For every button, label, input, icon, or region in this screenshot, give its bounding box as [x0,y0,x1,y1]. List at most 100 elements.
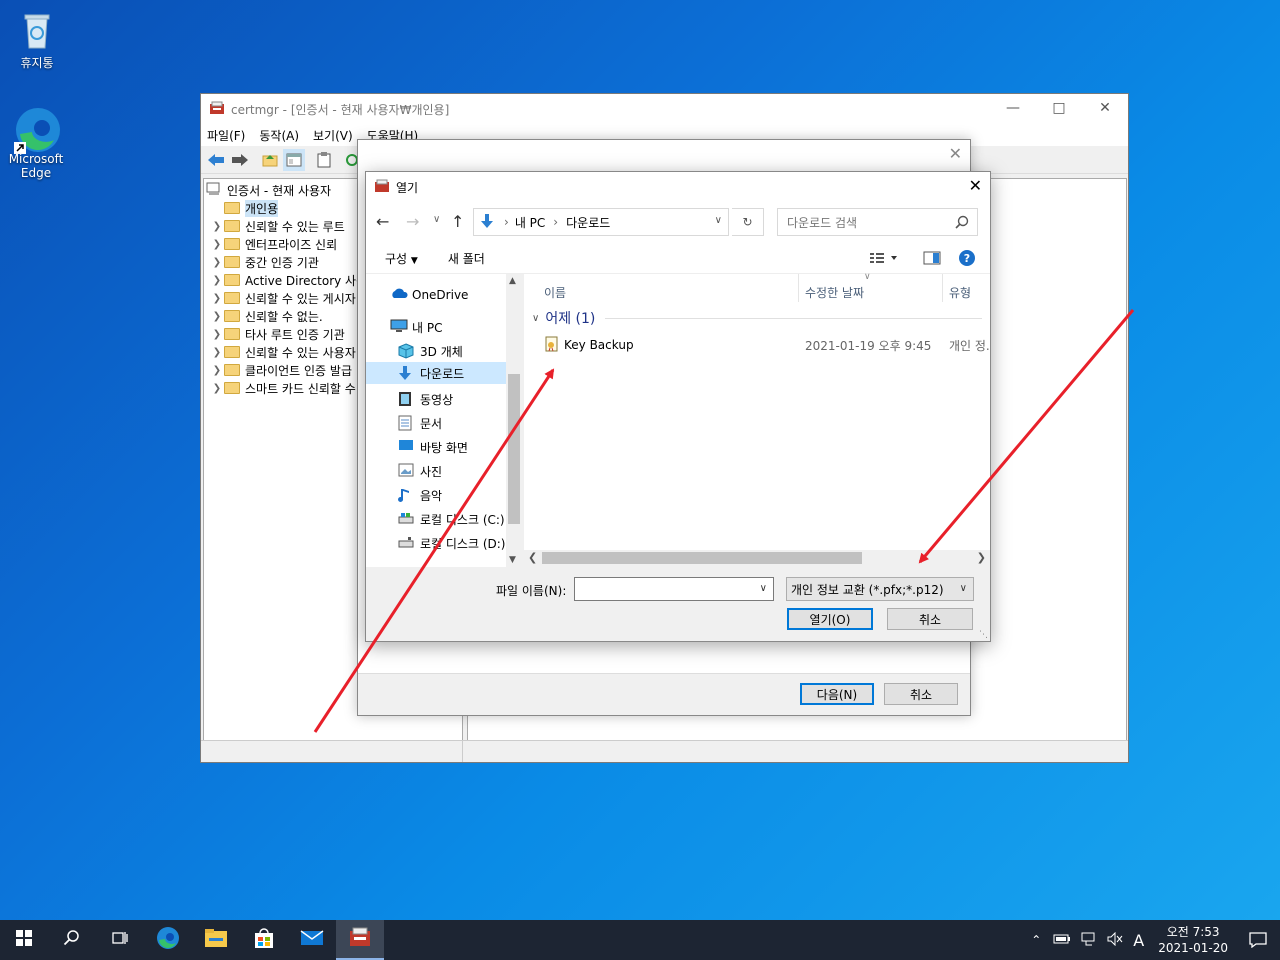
scroll-thumb[interactable] [508,374,520,524]
forward-arrow-icon[interactable] [229,149,251,171]
scroll-down-icon[interactable]: ▼ [509,555,516,565]
cancel-button[interactable]: 취소 [887,608,973,630]
properties-icon[interactable] [313,149,335,171]
dialog-close-icon[interactable]: ✕ [969,176,982,195]
refresh-button[interactable]: ↻ [732,208,764,236]
notification-center-icon[interactable] [1236,932,1280,948]
address-bar[interactable]: › 내 PC › 다운로드 ∨ [473,208,729,236]
scroll-right-icon[interactable]: ❯ [977,551,986,564]
chevron-right-icon[interactable]: ❯ [210,347,224,358]
folder-icon [224,346,240,358]
scroll-up-icon[interactable]: ▲ [509,276,516,286]
wizard-cancel-button[interactable]: 취소 [884,683,958,705]
start-button[interactable] [0,920,48,960]
scroll-left-icon[interactable]: ❮ [528,551,537,564]
breadcrumb-downloads[interactable]: 다운로드 [566,214,610,231]
taskbar-store[interactable] [240,920,288,960]
chevron-right-icon[interactable]: ❯ [210,383,224,394]
organize-menu[interactable]: 구성 ▼ [385,250,418,267]
chevron-right-icon[interactable]: ❯ [210,221,224,232]
file-list-hscrollbar[interactable]: ❮ ❯ [524,550,990,567]
dialog-titlebar[interactable]: 열기 ✕ [366,172,990,202]
chevron-down-icon[interactable]: ∨ [760,583,767,594]
nav-item-3d-objects[interactable]: 3D 개체 [398,340,463,362]
chevron-right-icon[interactable]: ❯ [210,257,224,268]
ime-indicator[interactable]: A [1133,931,1144,950]
pc-icon [390,319,408,335]
nav-item-local-disk-d[interactable]: 로컬 디스크 (D:) [398,532,505,554]
task-view-button[interactable] [96,920,144,960]
nav-item-pictures[interactable]: 사진 [398,460,442,482]
nav-item-desktop[interactable]: 바탕 화면 [398,436,468,458]
navigation-scrollbar[interactable]: ▲ ▼ [506,274,522,567]
folder-icon [224,364,240,376]
chevron-right-icon[interactable]: ❯ [210,239,224,250]
menu-view[interactable]: 보기(V) [313,127,353,144]
up-arrow-icon[interactable]: ↑ [451,212,464,231]
chevron-right-icon[interactable]: ❯ [210,293,224,304]
back-arrow-icon[interactable] [205,149,227,171]
column-header-modified[interactable]: 수정한 날짜 [805,280,864,304]
help-icon[interactable]: ? [958,249,976,270]
minimize-button[interactable]: — [990,94,1036,122]
show-hidden-icons-chevron-icon[interactable]: ⌃ [1031,933,1041,947]
breadcrumb-this-pc[interactable]: 내 PC [515,214,545,231]
nav-item-local-disk-c[interactable]: 로컬 디스크 (C:) [398,508,505,530]
chevron-right-icon[interactable]: ❯ [210,329,224,340]
certmgr-app-icon [209,101,225,118]
network-icon[interactable] [1081,932,1097,949]
recent-locations-chevron-icon[interactable]: ∨ [433,214,440,225]
resize-grip-icon[interactable]: ⋱ [979,630,988,640]
up-folder-icon[interactable] [259,149,281,171]
menu-file[interactable]: 파일(F) [207,127,245,144]
filename-input[interactable]: ∨ [574,577,774,601]
wizard-next-button[interactable]: 다음(N) [800,683,874,705]
store-bag-icon [253,927,275,954]
column-header-name[interactable]: 이름 [544,280,566,304]
certmgr-titlebar[interactable]: certmgr - [인증서 - 현재 사용자₩개인용] — □ ✕ [201,94,1128,124]
recycle-bin-shortcut[interactable]: 휴지통 [2,8,72,71]
folder-icon [224,292,240,304]
back-arrow-icon[interactable]: ← [376,212,389,231]
close-button[interactable]: ✕ [1082,94,1128,122]
nav-item-onedrive[interactable]: OneDrive [390,284,468,306]
preview-pane-icon[interactable] [923,251,941,268]
new-folder-button[interactable]: 새 폴더 [448,250,485,267]
battery-icon[interactable] [1053,933,1071,948]
nav-item-this-pc[interactable]: 내 PC [390,316,442,338]
taskbar-file-explorer[interactable] [192,920,240,960]
edge-shortcut[interactable]: Microsoft Edge [1,106,71,180]
open-button[interactable]: 열기(O) [787,608,873,630]
show-hide-tree-icon[interactable] [283,148,305,171]
scroll-thumb[interactable] [542,552,862,564]
maximize-button[interactable]: □ [1036,94,1082,122]
address-dropdown-icon[interactable]: ∨ [715,215,722,226]
clock-date: 2021-01-20 [1158,941,1228,955]
search-input[interactable]: 다운로드 검색 [777,208,978,236]
taskbar-edge[interactable] [144,920,192,960]
nav-item-music[interactable]: 음악 [398,484,442,506]
nav-item-documents[interactable]: 문서 [398,412,442,434]
navigation-pane: OneDrive 내 PC 3D 개체 다운로드 동영상 문서 바탕 화면 사진… [366,274,522,567]
forward-arrow-icon[interactable]: → [406,212,419,231]
edge-icon [156,926,180,955]
menu-action[interactable]: 동작(A) [259,127,299,144]
chevron-right-icon[interactable]: ❯ [210,311,224,322]
volume-muted-icon[interactable] [1107,931,1123,949]
group-header-yesterday[interactable]: ∨ 어제 (1) [532,308,982,328]
view-options-icon[interactable] [869,251,899,268]
nav-item-videos[interactable]: 동영상 [398,388,453,410]
nav-item-downloads[interactable]: 다운로드 [366,362,506,384]
taskbar-certmgr[interactable] [336,920,384,960]
taskbar-mail[interactable] [288,920,336,960]
search-button[interactable] [48,920,96,960]
wizard-close-icon[interactable]: ✕ [949,144,962,163]
search-placeholder: 다운로드 검색 [787,215,858,230]
filetype-select[interactable]: 개인 정보 교환 (*.pfx;*.p12) ∨ [786,577,974,601]
documents-icon [398,415,414,431]
column-header-type[interactable]: 유형 [949,280,971,304]
chevron-right-icon[interactable]: ❯ [210,275,224,286]
clock[interactable]: 오전 7:53 2021-01-20 [1158,924,1228,956]
chevron-right-icon[interactable]: ❯ [210,365,224,376]
file-row[interactable]: Key Backup 2021-01-19 오후 9:45 개인 정. [544,334,990,356]
